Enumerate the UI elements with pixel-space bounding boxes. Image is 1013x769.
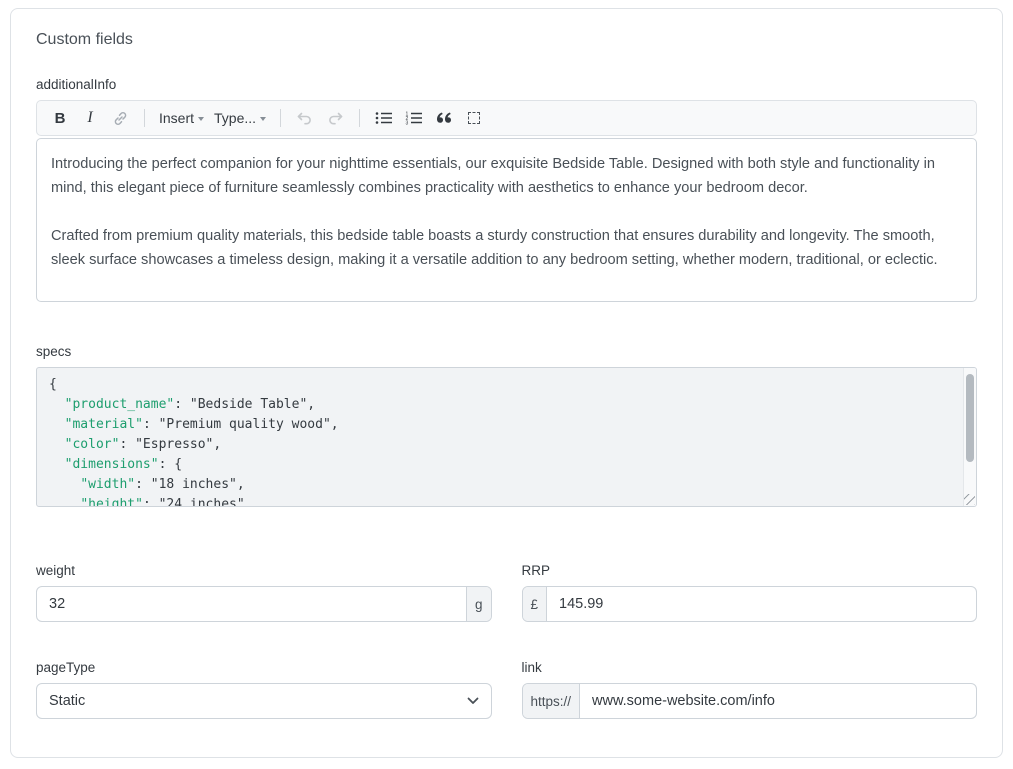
undo-button[interactable] xyxy=(292,105,318,131)
insert-dropdown-label: Insert xyxy=(159,110,194,126)
editor-paragraph: Crafted from premium quality materials, … xyxy=(51,224,962,272)
rrp-input-group: £ xyxy=(522,586,978,622)
protocol-addon: https:// xyxy=(523,684,581,718)
specs-field: specs { "product_name": "Bedside Table",… xyxy=(36,344,977,507)
toolbar-divider xyxy=(359,109,360,127)
weight-field: weight g xyxy=(36,563,492,622)
code-line: "product_name": "Bedside Table", xyxy=(49,395,952,415)
bold-button[interactable]: B xyxy=(47,105,73,131)
specs-label: specs xyxy=(36,344,977,359)
redo-icon xyxy=(326,111,344,126)
weight-rrp-row: weight g RRP £ xyxy=(36,563,977,622)
undo-icon xyxy=(296,111,314,126)
vertical-scrollbar[interactable] xyxy=(963,368,976,506)
code-line: "dimensions": { xyxy=(49,455,952,475)
code-lines: { "product_name": "Bedside Table", "mate… xyxy=(49,375,952,507)
link-button[interactable] xyxy=(107,105,133,131)
page-type-select[interactable]: Static xyxy=(36,683,492,719)
weight-input[interactable] xyxy=(37,587,466,621)
link-field: link https:// xyxy=(522,660,978,719)
weight-input-group: g xyxy=(36,586,492,622)
code-line: "material": "Premium quality wood", xyxy=(49,415,952,435)
weight-unit-addon: g xyxy=(466,587,491,621)
frame-icon xyxy=(468,112,480,124)
link-icon xyxy=(112,110,129,127)
code-line: "color": "Espresso", xyxy=(49,435,952,455)
link-input[interactable] xyxy=(580,684,976,718)
specs-code-editor[interactable]: { "product_name": "Bedside Table", "mate… xyxy=(36,367,977,507)
bullet-list-icon xyxy=(375,111,393,125)
pagetype-link-row: pageType Static link https:// xyxy=(36,660,977,719)
blockquote-icon xyxy=(436,112,452,124)
rrp-label: RRP xyxy=(522,563,978,578)
code-line: "height": "24 inches", xyxy=(49,495,952,507)
numbered-list-button[interactable]: 123 xyxy=(401,105,427,131)
rrp-field: RRP £ xyxy=(522,563,978,622)
rich-text-content[interactable]: Introducing the perfect companion for yo… xyxy=(36,138,977,302)
italic-button[interactable]: I xyxy=(77,105,103,131)
chevron-down-icon xyxy=(198,117,204,121)
type-dropdown[interactable]: Type... xyxy=(211,105,269,131)
link-label: link xyxy=(522,660,978,675)
page-type-field: pageType Static xyxy=(36,660,492,719)
chevron-down-icon xyxy=(467,697,479,705)
svg-text:3: 3 xyxy=(406,121,409,125)
weight-label: weight xyxy=(36,563,492,578)
bullet-list-button[interactable] xyxy=(371,105,397,131)
toolbar-divider xyxy=(280,109,281,127)
rrp-input[interactable] xyxy=(547,587,976,621)
page-type-label: pageType xyxy=(36,660,492,675)
section-title: Custom fields xyxy=(36,31,977,49)
code-line: "width": "18 inches", xyxy=(49,475,952,495)
rte-toolbar: B I Insert Type. xyxy=(36,100,977,136)
additional-info-field: additionalInfo B I Insert xyxy=(36,77,977,302)
toolbar-divider xyxy=(144,109,145,127)
resize-handle-icon[interactable] xyxy=(964,494,975,505)
currency-addon: £ xyxy=(523,587,548,621)
type-dropdown-label: Type... xyxy=(214,110,256,126)
frame-button[interactable] xyxy=(461,105,487,131)
blockquote-button[interactable] xyxy=(431,105,457,131)
page-type-selected-value: Static xyxy=(49,693,85,709)
scrollbar-thumb[interactable] xyxy=(966,374,974,462)
editor-paragraph: Introducing the perfect companion for yo… xyxy=(51,152,962,200)
custom-fields-card: Custom fields additionalInfo B I xyxy=(10,8,1003,758)
code-line: { xyxy=(49,375,952,395)
insert-dropdown[interactable]: Insert xyxy=(156,105,207,131)
redo-button[interactable] xyxy=(322,105,348,131)
additional-info-label: additionalInfo xyxy=(36,77,977,92)
numbered-list-icon: 123 xyxy=(405,111,423,125)
link-input-group: https:// xyxy=(522,683,978,719)
chevron-down-icon xyxy=(260,117,266,121)
